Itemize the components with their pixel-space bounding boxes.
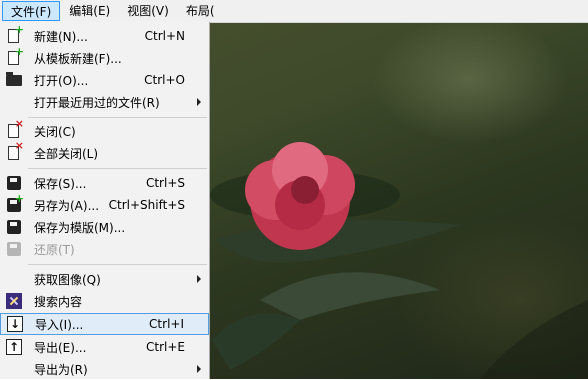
menu-item-save-as-template[interactable]: 保存为模版(M)... [0,216,209,238]
menu-file[interactable]: 文件(F) [2,1,61,21]
menu-item-save[interactable]: 保存(S)... Ctrl+S [0,172,209,194]
export-icon: ↑ [6,339,22,355]
menu-separator [28,264,207,265]
file-menu-dropdown: + 新建(N)... Ctrl+N + 从模板新建(F)... 打开(O)...… [0,22,210,379]
menu-view[interactable]: 视图(V) [119,1,177,21]
menu-separator [28,168,207,169]
menu-item-acquire-image[interactable]: 获取图像(Q) [0,268,209,290]
save-as-template-icon [6,219,22,235]
new-from-template-icon: + [6,46,24,66]
menu-item-revert: 还原(T) [0,238,209,260]
new-document-icon: + [6,24,24,44]
submenu-arrow-icon [197,98,201,106]
close-all-icon: × [6,140,24,161]
import-icon: ↓ [7,316,23,332]
menu-item-new-from-template[interactable]: + 从模板新建(F)... [0,46,209,69]
menu-item-close[interactable]: × 关闭(C) [0,118,209,142]
save-as-icon: + [6,193,24,213]
menu-separator [28,117,207,118]
menu-layout[interactable]: 布局( [178,1,223,21]
menu-item-export[interactable]: ↑ 导出(E)... Ctrl+E [0,336,209,358]
submenu-arrow-icon [197,365,201,373]
menu-item-new[interactable]: + 新建(N)... Ctrl+N [0,24,209,47]
search-content-icon [6,293,22,309]
menu-item-import[interactable]: ↓ 导入(I)... Ctrl+I [0,313,209,335]
submenu-arrow-icon [197,275,201,283]
menu-item-open-recent[interactable]: 打开最近用过的文件(R) [0,91,209,113]
save-icon [6,175,22,191]
menu-item-search-content[interactable]: 搜索内容 [0,290,209,312]
revert-icon [6,241,22,257]
menu-item-close-all[interactable]: × 全部关闭(L) [0,140,209,164]
folder-open-icon [6,72,22,88]
menu-item-open[interactable]: 打开(O)... Ctrl+O [0,69,209,91]
menu-item-export-as[interactable]: 导出为(R) [0,358,209,380]
close-document-icon: × [6,118,24,139]
menubar: 文件(F) 编辑(E) 视图(V) 布局( [0,0,588,23]
menu-item-save-as[interactable]: + 另存为(A)... Ctrl+Shift+S [0,193,209,216]
menu-edit[interactable]: 编辑(E) [61,1,118,21]
